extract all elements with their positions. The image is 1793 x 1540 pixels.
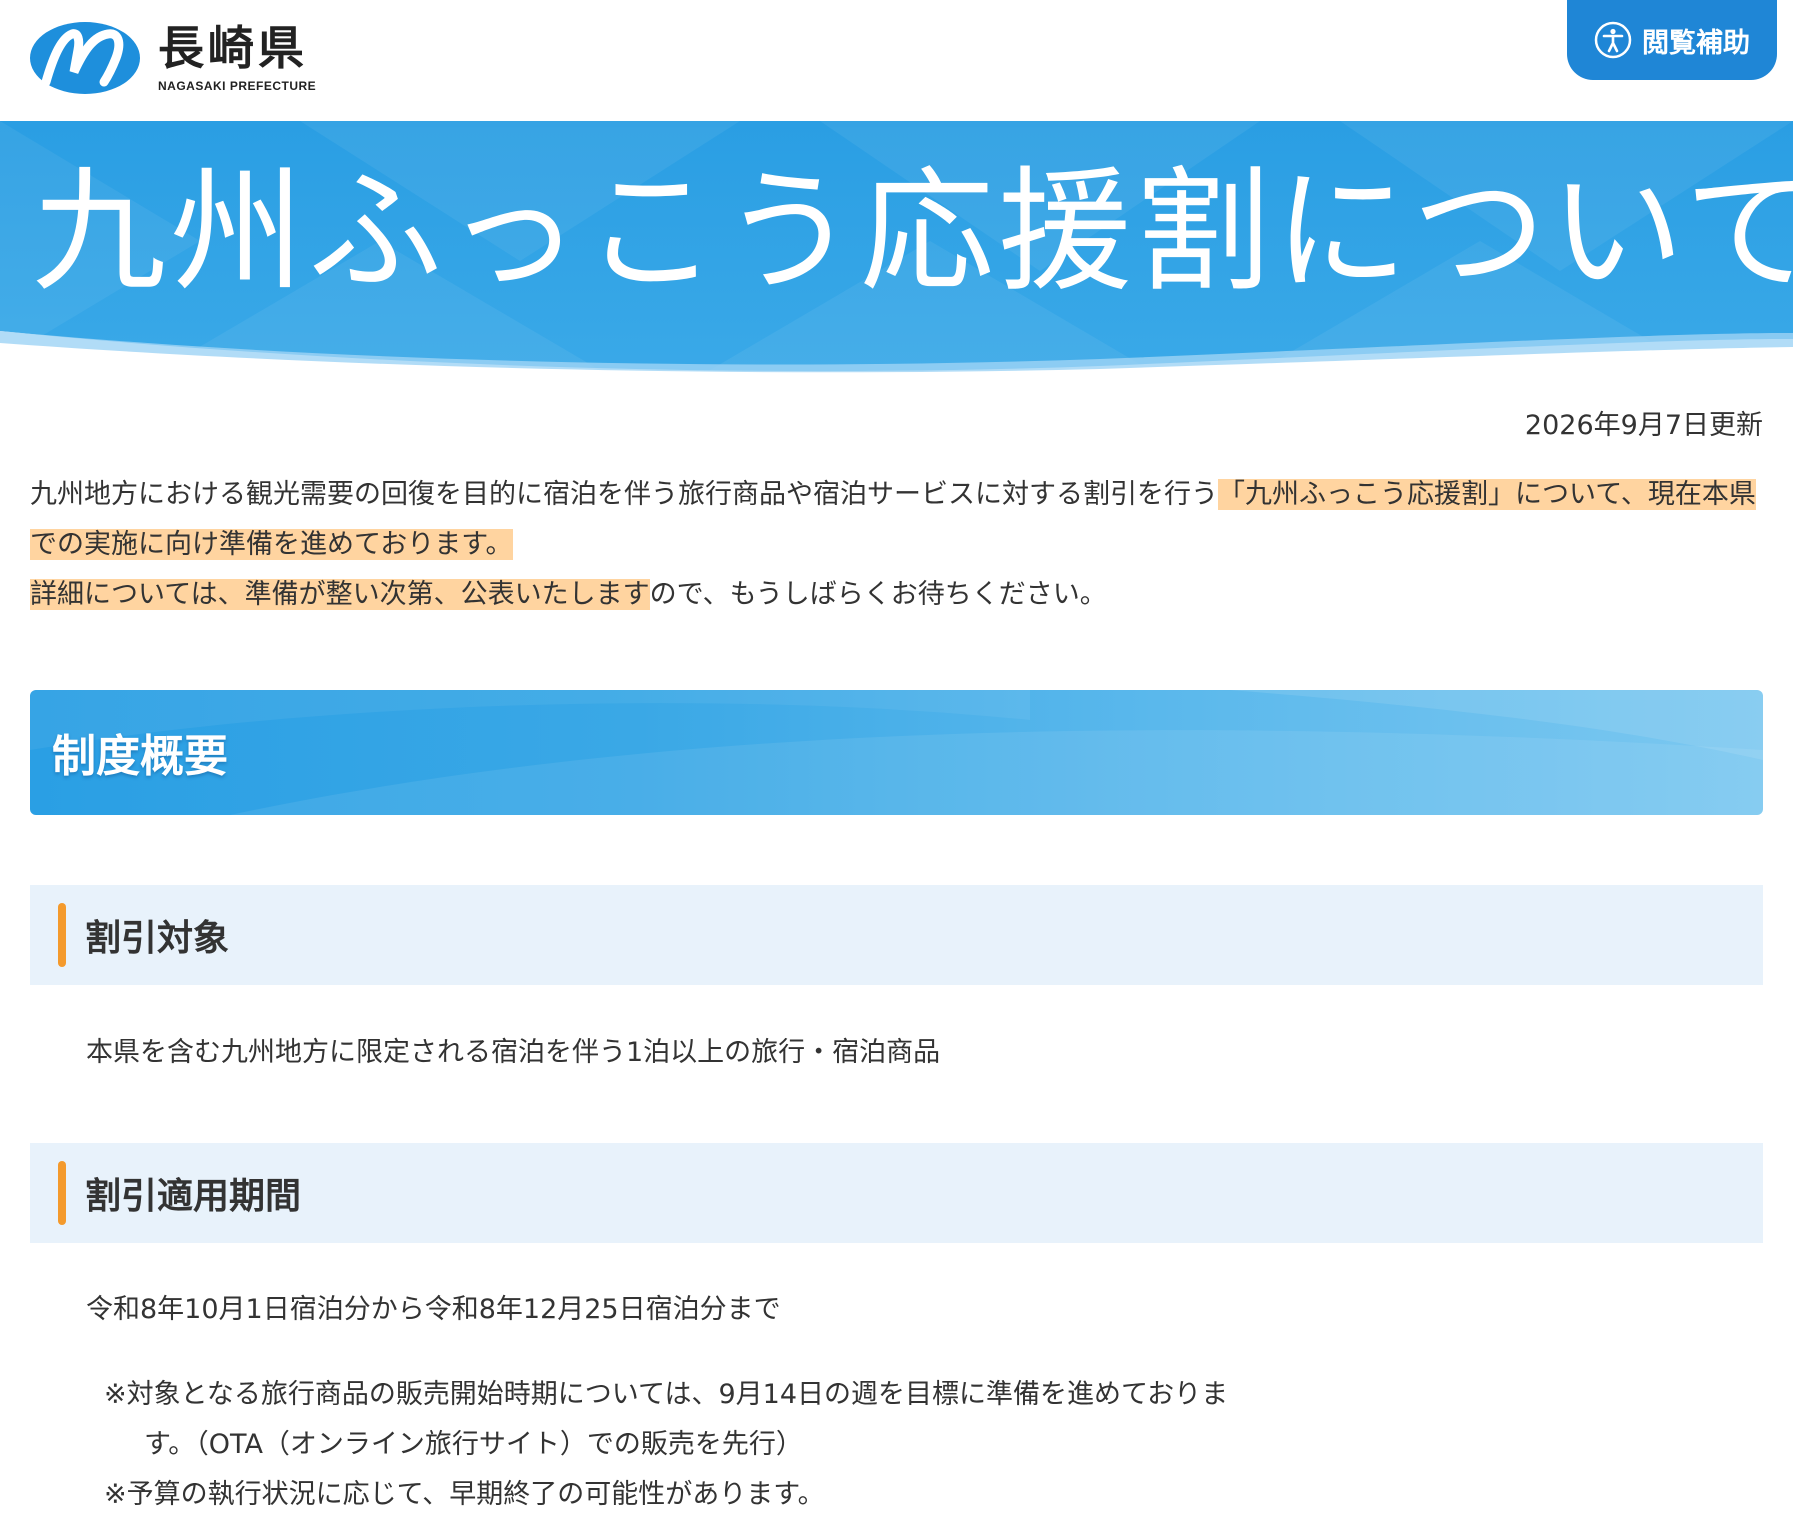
subheading-title: 割引適用期間 [85,1176,302,1217]
accessibility-button[interactable]: 閲覧補助 [1567,0,1777,80]
note-line: す。（OTA（オンライン旅行サイト）での販売を先行） [144,1429,803,1460]
accessibility-person-icon [1594,21,1632,59]
intro-line-2: 詳細については、準備が整い次第、公表いたしますので、もうしばらくお待ちください。 [30,570,1770,620]
nagasaki-n-logo-icon [30,22,140,94]
hero-banner: 九州ふっこう応援割について [0,121,1793,376]
discount-period-text: 令和8年10月1日宿泊分から令和8年12月25日宿泊分まで [86,1294,781,1325]
section-banner-decoration [30,690,1763,815]
subheading-discount-target: 割引対象 [30,885,1763,985]
site-logo[interactable]: 長崎県 NAGASAKI PREFECTURE [28,20,316,96]
note-line: ※予算の執行状況に応じて、早期終了の可能性があります。 [104,1479,825,1510]
updated-date: 2026年9月7日更新 [1524,410,1763,441]
intro-text: 九州地方における観光需要の回復を目的に宿泊を伴う旅行商品や宿泊サービスに対する割… [30,479,1218,510]
intro-paragraph: 九州地方における観光需要の回復を目的に宿泊を伴う旅行商品や宿泊サービスに対する割… [30,470,1770,620]
section-banner-overview: 制度概要 [30,690,1763,815]
section-title: 制度概要 [52,731,228,782]
subheading-discount-period: 割引適用期間 [30,1143,1763,1243]
intro-line-1: 九州地方における観光需要の回復を目的に宿泊を伴う旅行商品や宿泊サービスに対する割… [30,470,1770,570]
discount-period-notes: ※対象となる旅行商品の販売開始時期については、9月14日の週を目標に準備を進めて… [104,1370,1228,1520]
heading-accent-bar [58,1161,66,1225]
intro-highlight: 詳細については、準備が整い次第、公表いたします [30,579,650,610]
logo-english: NAGASAKI PREFECTURE [158,79,317,93]
site-header: 長崎県 NAGASAKI PREFECTURE 閲覧補助 [0,0,1793,121]
logo-text: 長崎県 NAGASAKI PREFECTURE [158,23,316,93]
page-title: 九州ふっこう応援割について [32,154,1793,310]
intro-text: ので、もうしばらくお待ちください。 [649,579,1107,610]
note-line: ※対象となる旅行商品の販売開始時期については、9月14日の週を目標に準備を進めて… [104,1379,1229,1410]
accessibility-label: 閲覧補助 [1642,27,1750,59]
logo-japanese: 長崎県 [158,21,308,75]
subheading-title: 割引対象 [85,918,230,959]
heading-accent-bar [58,903,66,967]
discount-target-text: 本県を含む九州地方に限定される宿泊を伴う1泊以上の旅行・宿泊商品 [86,1037,941,1068]
